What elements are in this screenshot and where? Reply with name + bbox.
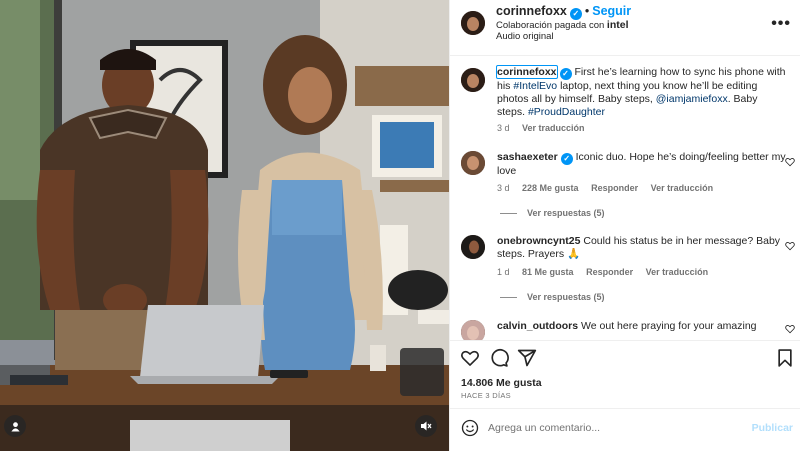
heart-icon[interactable]	[460, 348, 480, 368]
commenter-username[interactable]: onebrowncynt25	[497, 235, 580, 247]
post-actions: 14.806 Me gusta HACE 3 DÍAS	[450, 340, 800, 410]
reply-button[interactable]: Responder	[591, 183, 638, 193]
tagged-users-button[interactable]	[4, 415, 26, 437]
audio-label[interactable]: Audio original	[496, 31, 554, 42]
comment-meta: 3 d 228 Me gusta Responder Ver traducció…	[497, 183, 723, 193]
verified-badge-icon: ✓	[559, 68, 572, 80]
hashtag-link[interactable]: #IntelEvo	[513, 80, 557, 92]
replies-divider	[500, 297, 517, 299]
reply-button[interactable]: Responder	[586, 267, 633, 277]
comment-input[interactable]	[488, 420, 738, 436]
emoji-icon[interactable]	[461, 419, 479, 437]
video-frame-image	[0, 0, 449, 451]
translate-link[interactable]: Ver traducción	[646, 267, 709, 277]
translate-link[interactable]: Ver traducción	[522, 123, 585, 133]
like-comment-heart-icon[interactable]	[785, 324, 795, 334]
view-replies-label: Ver respuestas (5)	[527, 292, 605, 302]
share-icon[interactable]	[517, 348, 537, 368]
comment-likes[interactable]: 228 Me gusta	[522, 183, 579, 193]
post-timestamp[interactable]: HACE 3 DÍAS	[461, 391, 511, 400]
separator-dot: •	[584, 4, 590, 18]
comment-text: calvin_outdoors We out here praying for …	[497, 320, 787, 333]
commenter-avatar[interactable]	[461, 235, 485, 259]
commenter-username[interactable]: calvin_outdoors	[497, 320, 578, 332]
avatar-image	[461, 11, 485, 35]
paid-partnership-label: Colaboración pagada con intel	[496, 19, 629, 31]
comments-list[interactable]: corinnefoxx ✓ First he’s learning how to …	[450, 57, 800, 340]
author-line: corinnefoxx ✓ • Seguir	[496, 4, 631, 20]
author-avatar[interactable]	[461, 11, 485, 35]
caption-meta: 3 d Ver traducción	[497, 123, 595, 133]
commenter-avatar[interactable]	[461, 320, 485, 340]
view-replies-button[interactable]: Ver respuestas (5)	[500, 292, 605, 302]
bookmark-icon[interactable]	[775, 348, 795, 368]
view-replies-label: Ver respuestas (5)	[527, 208, 605, 218]
commenter-avatar[interactable]	[461, 151, 485, 175]
avatar-image	[461, 151, 485, 175]
avatar-image	[461, 68, 485, 92]
speaker-muted-icon	[421, 421, 432, 431]
like-comment-heart-icon[interactable]	[785, 157, 795, 167]
mention-link[interactable]: @iamjamiefoxx	[656, 93, 728, 105]
add-comment-bar: Publicar	[450, 408, 800, 451]
verified-badge-icon: ✓	[560, 153, 573, 165]
more-options-icon[interactable]: •••	[771, 15, 791, 33]
partnership-prefix: Colaboración pagada con	[496, 20, 605, 31]
mute-button[interactable]	[415, 415, 437, 437]
view-replies-button[interactable]: Ver respuestas (5)	[500, 208, 605, 218]
comment-text: onebrowncynt25 Could his status be in he…	[497, 235, 787, 261]
post-header: corinnefoxx ✓ • Seguir Colaboración pagada …	[450, 0, 800, 56]
hashtag-link[interactable]: #ProudDaughter	[528, 106, 605, 118]
caption-time: 3 d	[497, 123, 510, 133]
like-comment-heart-icon[interactable]	[785, 241, 795, 251]
comment-time: 3 d	[497, 183, 510, 193]
replies-divider	[500, 213, 517, 215]
post-video[interactable]	[0, 0, 449, 451]
post-details-panel: corinnefoxx ✓ • Seguir Colaboración pagada …	[449, 0, 800, 451]
caption-text: corinnefoxx ✓ First he’s learning how to …	[496, 65, 787, 119]
avatar-image	[461, 320, 485, 340]
partner-name[interactable]: intel	[607, 19, 629, 31]
publish-button[interactable]: Publicar	[752, 422, 793, 434]
comment-icon[interactable]	[489, 348, 509, 368]
comment-text: sashaexeter ✓ Iconic duo. Hope he’s doing…	[497, 151, 787, 178]
avatar-image	[461, 235, 485, 259]
comment-likes[interactable]: 81 Me gusta	[522, 267, 574, 277]
comment-meta: 1 d 81 Me gusta Responder Ver traducción	[497, 267, 718, 277]
translate-link[interactable]: Ver traducción	[651, 183, 714, 193]
caption-avatar[interactable]	[461, 68, 485, 92]
follow-button[interactable]: Seguir	[592, 4, 631, 18]
comment-time: 1 d	[497, 267, 510, 277]
author-username[interactable]: corinnefoxx	[496, 4, 567, 18]
comment-body: We out here praying for your amazing	[581, 320, 757, 332]
commenter-username[interactable]: sashaexeter	[497, 151, 558, 163]
post-likes-count[interactable]: 14.806 Me gusta	[461, 377, 542, 389]
caption-username[interactable]: corinnefoxx	[496, 65, 558, 79]
user-icon	[10, 421, 20, 432]
